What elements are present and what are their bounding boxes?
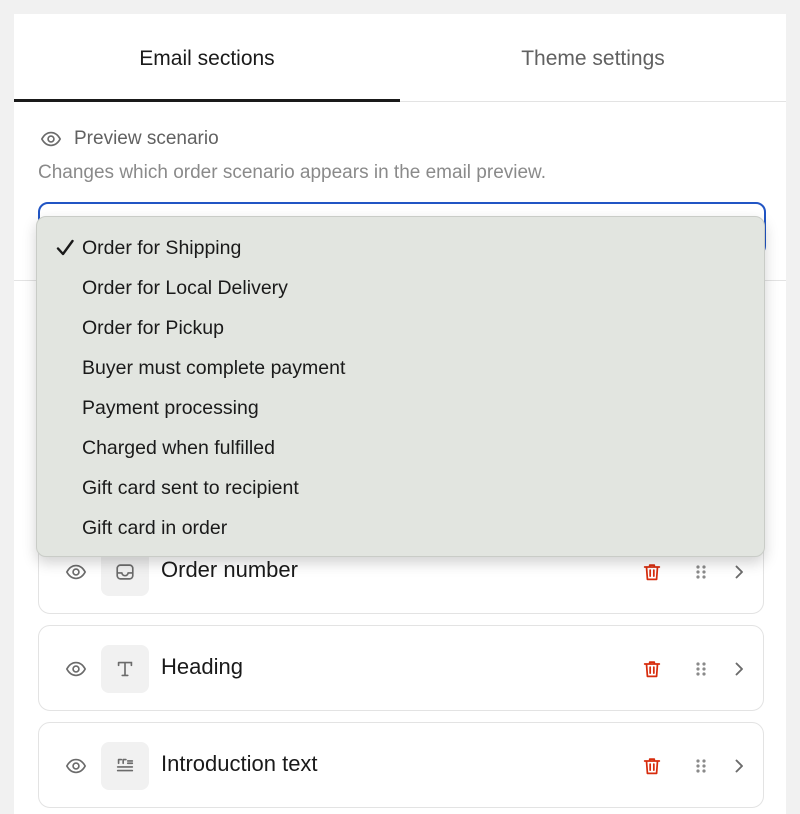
checkmark-icon (56, 239, 74, 256)
option-order-for-pickup[interactable]: Order for Pickup (37, 308, 764, 348)
section-icon-tile (101, 645, 149, 693)
inbox-icon (116, 564, 134, 580)
trash-icon[interactable] (641, 658, 663, 680)
section-icon-tile (101, 742, 149, 790)
preview-scenario-label: Preview scenario (74, 128, 219, 149)
option-gift-card-sent-to-recipient[interactable]: Gift card sent to recipient (37, 468, 764, 508)
option-label: Order for Local Delivery (82, 276, 288, 299)
email-editor-panel: Email sections Theme settings Preview sc… (14, 14, 786, 814)
option-label: Charged when fulfilled (82, 436, 275, 459)
eye-icon[interactable] (65, 561, 87, 583)
option-label: Order for Pickup (82, 316, 224, 339)
option-gift-card-in-order[interactable]: Gift card in order (37, 508, 764, 548)
drag-handle-icon[interactable] (691, 756, 711, 776)
option-label: Gift card sent to recipient (82, 476, 299, 499)
paragraph-icon (116, 758, 134, 772)
option-label: Buyer must complete payment (82, 356, 346, 379)
option-order-for-local-delivery[interactable]: Order for Local Delivery (37, 268, 764, 308)
option-order-for-shipping[interactable]: Order for Shipping (37, 228, 764, 268)
section-label: Introduction text (161, 751, 318, 776)
eye-icon[interactable] (65, 755, 87, 777)
option-payment-processing[interactable]: Payment processing (37, 388, 764, 428)
option-charged-when-fulfilled[interactable]: Charged when fulfilled (37, 428, 764, 468)
option-buyer-must-complete-payment[interactable]: Buyer must complete payment (37, 348, 764, 388)
section-card-introduction-text[interactable]: Introduction text (38, 722, 764, 808)
section-label: Heading (161, 654, 243, 679)
chevron-right-icon[interactable] (729, 659, 749, 679)
chevron-right-icon[interactable] (729, 756, 749, 776)
option-label: Order for Shipping (82, 236, 242, 259)
section-label: Order number (161, 557, 298, 582)
section-card-heading[interactable]: Heading (38, 625, 764, 711)
tab-theme-settings[interactable]: Theme settings (400, 14, 786, 101)
tab-email-sections[interactable]: Email sections (14, 14, 400, 102)
drag-handle-icon[interactable] (691, 659, 711, 679)
option-label: Gift card in order (82, 516, 228, 539)
preview-scenario-help: Changes which order scenario appears in … (38, 162, 546, 183)
tab-bar: Email sections Theme settings (14, 14, 786, 102)
chevron-right-icon[interactable] (729, 562, 749, 582)
preview-scenario-heading: Preview scenario (40, 128, 219, 150)
eye-icon (40, 131, 62, 147)
trash-icon[interactable] (641, 561, 663, 583)
trash-icon[interactable] (641, 755, 663, 777)
text-icon (117, 661, 133, 677)
option-label: Payment processing (82, 396, 259, 419)
eye-icon[interactable] (65, 658, 87, 680)
preview-scenario-dropdown: Order for Shipping Order for Local Deliv… (36, 216, 765, 557)
drag-handle-icon[interactable] (691, 562, 711, 582)
